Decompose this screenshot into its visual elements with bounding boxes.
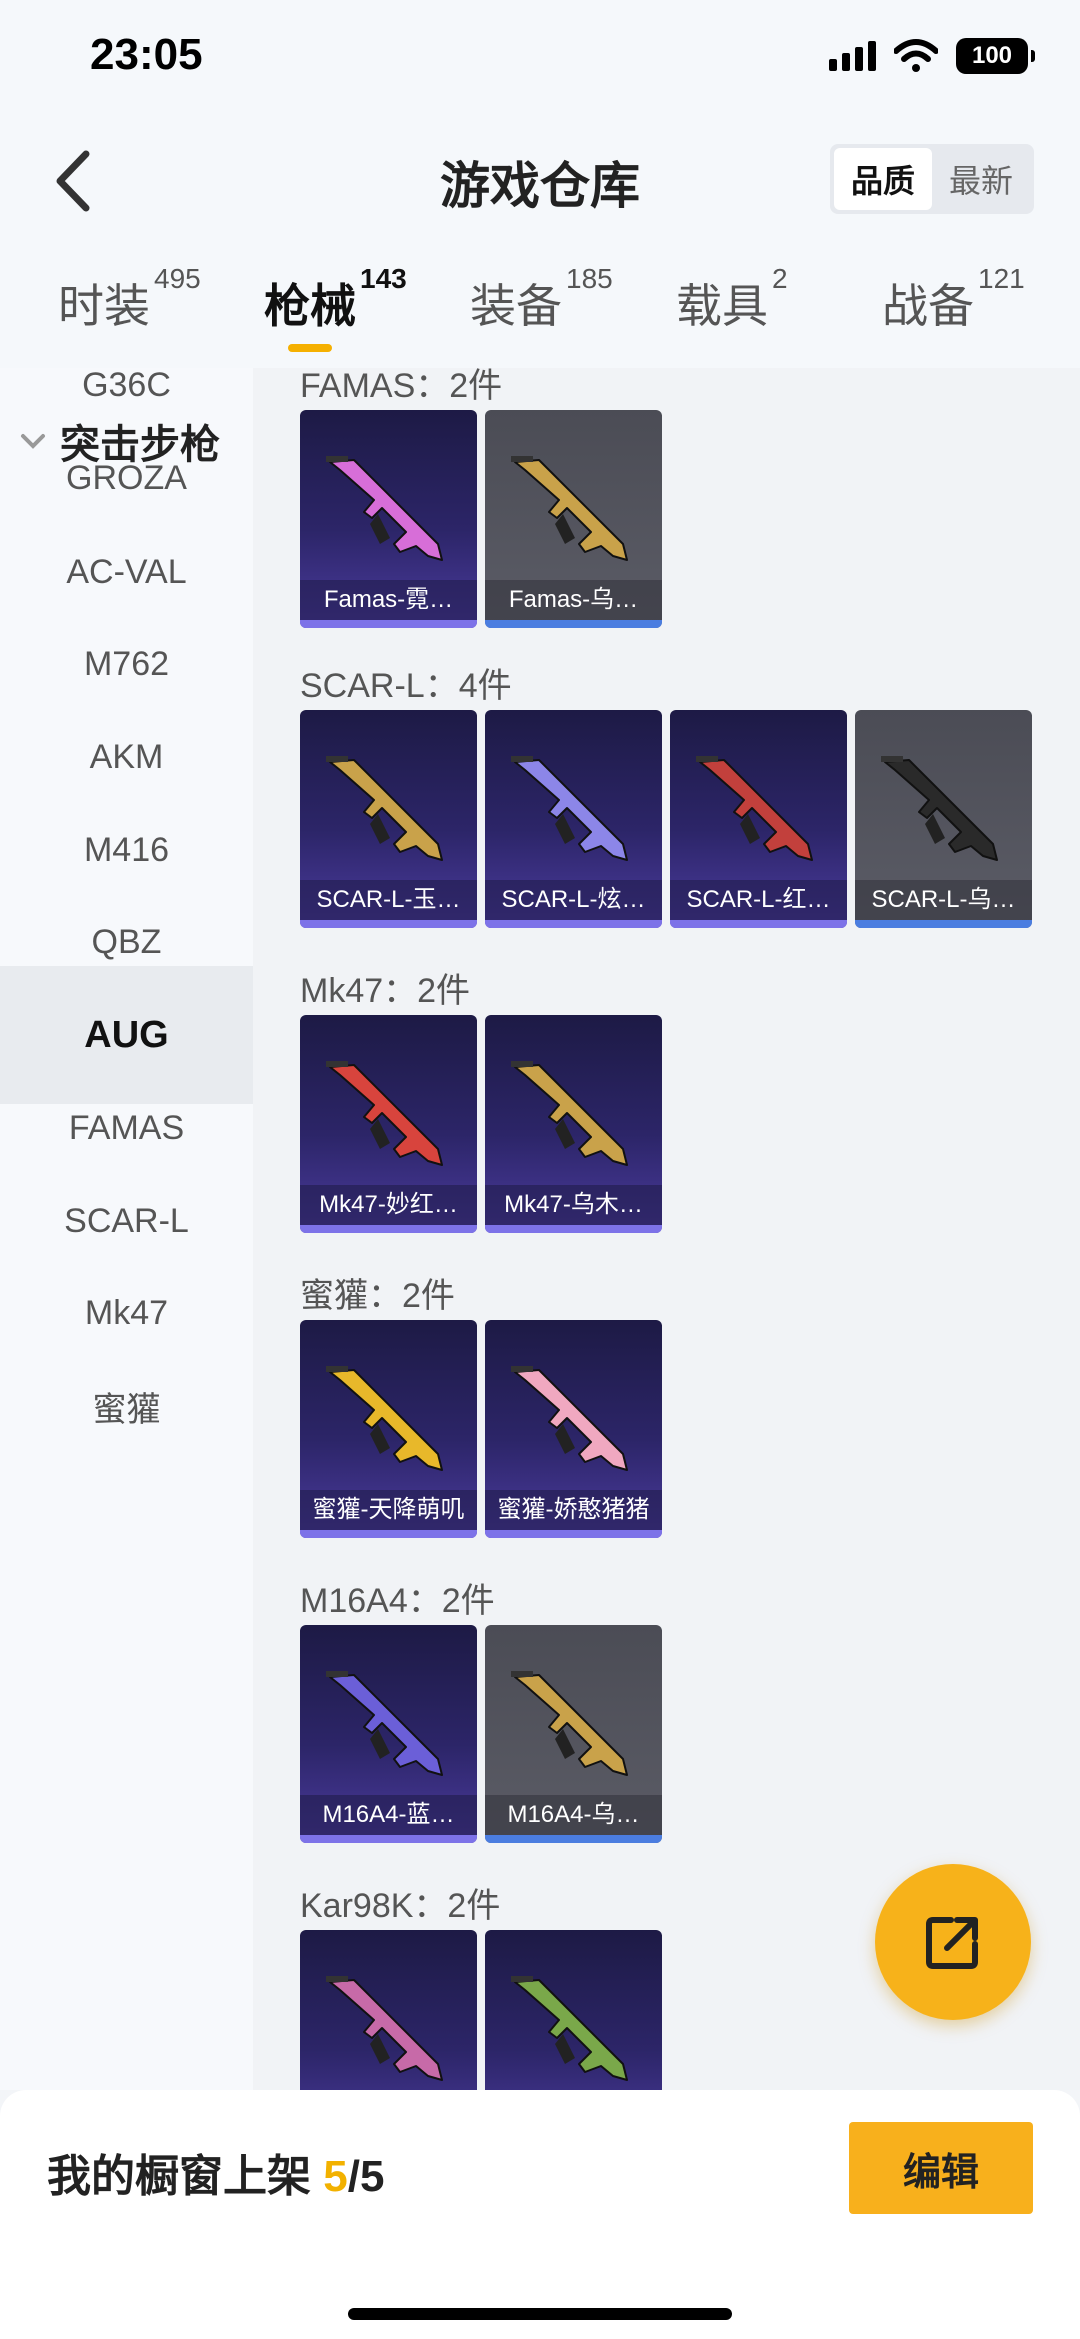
category-tabs: 时装495 枪械143 装备185 载具2 战备121 [0,240,1080,368]
card-label: 蜜獾-娇憨猪猪 [485,1490,662,1530]
rifle-icon [326,1366,443,1471]
showcase-status: 我的橱窗上架 5/5 [47,2152,385,2201]
card-row: 蜜獾-天降萌叽 蜜獾-娇憨猪猪 [300,1320,662,1538]
rifle-icon [696,756,813,861]
status-bar: 23:05 100 [0,0,1080,120]
share-icon [926,1917,978,1969]
weapon-skin-card[interactable]: SCAR-L-红… [670,710,847,928]
weapon-skin-card[interactable]: M16A4-蓝… [300,1625,477,1843]
status-time: 23:05 [90,30,203,79]
signal-icon [829,41,876,71]
weapon-skin-card[interactable]: SCAR-L-炫… [485,710,662,928]
weapon-sidebar: 突击步枪 G36C GROZA AC-VAL M762 AKM M416 QBZ AUG FAM… [0,368,253,2090]
rifle-icon [326,1061,443,1166]
rarity-bar [300,1530,477,1538]
home-indicator [348,2308,732,2320]
weapon-skin-card[interactable]: 蜜獾-天降萌叽 [300,1320,477,1538]
group-title: 蜜獾：2件 [300,1277,455,1315]
group-title: Mk47：2件 [300,972,471,1010]
card-label: SCAR-L-炫… [485,880,662,920]
weapon-list: FAMAS：2件 Famas-霓… Famas-乌… SCAR-L：4件 SCAR-L-… [253,368,1080,2090]
rifle-icon [511,756,628,861]
rifle-icon [511,1976,628,2081]
weapon-skin-card[interactable]: 蜜獾-娇憨猪猪 [485,1320,662,1538]
rarity-bar [300,1225,477,1233]
rarity-bar [485,1225,662,1233]
tab-fashion[interactable]: 时装495 [58,263,201,336]
rarity-bar [485,920,662,928]
status-icons: 100 [829,38,1035,74]
weapon-skin-card[interactable]: Mk47-妙红… [300,1015,477,1233]
edit-button[interactable]: 编辑 [849,2122,1033,2214]
card-row: Mk47-妙红… Mk47-乌木… [300,1015,662,1233]
sort-newest-button[interactable]: 最新 [932,148,1030,210]
weapon-skin-card[interactable]: SCAR-L-玉… [300,710,477,928]
tab-guns[interactable]: 枪械143 [264,263,407,336]
tab-vehicles[interactable]: 载具2 [676,263,788,336]
rarity-bar [670,920,847,928]
rifle-icon [326,456,443,561]
rarity-bar [300,920,477,928]
rifle-icon [326,1671,443,1776]
rifle-icon [511,1061,628,1166]
sort-quality-button[interactable]: 品质 [834,148,932,210]
card-label: Mk47-妙红… [300,1185,477,1225]
weapon-skin-card[interactable] [485,1930,662,2090]
weapon-skin-card[interactable]: SCAR-L-乌… [855,710,1032,928]
bottom-bar: 我的橱窗上架 5/5 编辑 [0,2090,1080,2339]
group-title: FAMAS：2件 [300,368,503,405]
card-label: Famas-霓… [300,580,477,620]
card-label: Famas-乌… [485,580,662,620]
rifle-icon [511,1366,628,1471]
weapon-skin-card[interactable]: Famas-霓… [300,410,477,628]
rifle-icon [511,1671,628,1776]
rifle-icon [511,456,628,561]
card-label: Mk47-乌木… [485,1185,662,1225]
rarity-bar [300,620,477,628]
card-row [300,1930,662,2090]
card-label: SCAR-L-红… [670,880,847,920]
tab-supplies[interactable]: 战备121 [882,263,1025,336]
rarity-bar [485,1530,662,1538]
rarity-bar [855,920,1032,928]
header: 游戏仓库 品质 最新 [0,120,1080,240]
rifle-icon [326,1976,443,2081]
group-title: Kar98K：2件 [300,1887,501,1925]
card-label: M16A4-蓝… [300,1795,477,1835]
sort-toggle[interactable]: 品质 最新 [830,144,1034,214]
active-tab-indicator [288,344,332,352]
rifle-icon [881,756,998,861]
group-title: M16A4：2件 [300,1582,495,1620]
card-row: Famas-霓… Famas-乌… [300,410,662,628]
rarity-bar [300,1835,477,1843]
rifle-icon [326,756,443,861]
weapon-skin-card[interactable]: M16A4-乌… [485,1625,662,1843]
card-row: SCAR-L-玉… SCAR-L-炫… SCAR-L-红… SCAR-L-乌… [300,710,1032,928]
rarity-bar [485,620,662,628]
share-button[interactable] [875,1864,1031,2020]
wifi-icon [894,39,938,72]
card-label: 蜜獾-天降萌叽 [300,1490,477,1530]
group-title: SCAR-L：4件 [300,667,512,705]
weapon-skin-card[interactable] [300,1930,477,2090]
weapon-skin-card[interactable]: Mk47-乌木… [485,1015,662,1233]
card-row: M16A4-蓝… M16A4-乌… [300,1625,662,1843]
rarity-bar [485,1835,662,1843]
battery-icon: 100 [956,38,1035,74]
card-label: M16A4-乌… [485,1795,662,1835]
weapon-skin-card[interactable]: Famas-乌… [485,410,662,628]
sidebar-item-[interactable]: 蜜獾 [0,1337,253,1475]
tab-equipment[interactable]: 装备185 [470,263,613,336]
card-label: SCAR-L-乌… [855,880,1032,920]
card-label: SCAR-L-玉… [300,880,477,920]
